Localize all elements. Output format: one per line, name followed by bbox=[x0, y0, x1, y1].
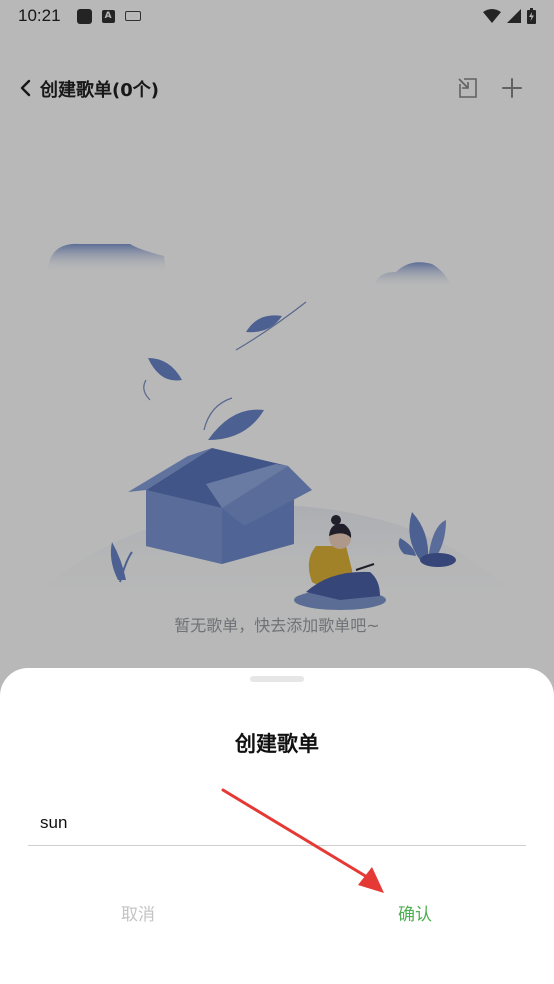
create-playlist-sheet: 创建歌单 取消 确认 bbox=[0, 668, 554, 984]
cancel-button[interactable]: 取消 bbox=[28, 892, 248, 932]
confirm-button[interactable]: 确认 bbox=[305, 892, 525, 932]
playlist-name-input[interactable] bbox=[28, 800, 526, 846]
sheet-drag-handle[interactable] bbox=[250, 676, 304, 682]
sheet-title: 创建歌单 bbox=[235, 732, 319, 756]
